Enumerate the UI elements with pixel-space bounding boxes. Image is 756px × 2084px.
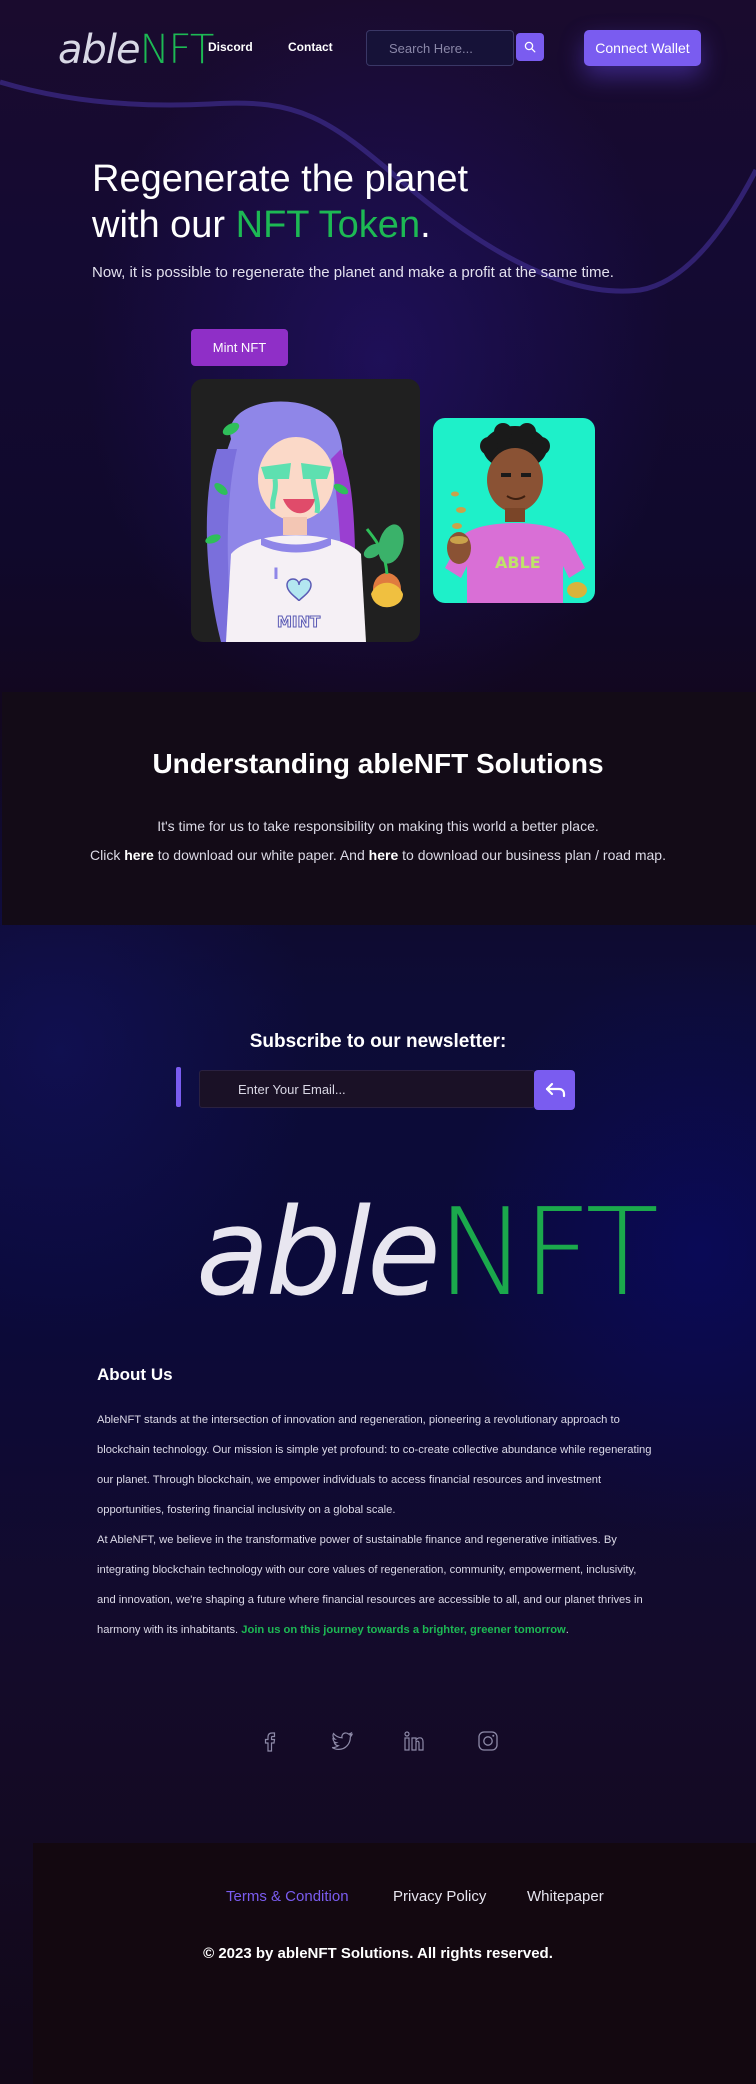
understanding-text-b: to download our white paper. And bbox=[153, 847, 369, 863]
whitepaper-download-link[interactable]: here bbox=[124, 847, 154, 863]
understanding-section bbox=[2, 692, 756, 925]
twitter-icon[interactable] bbox=[330, 1729, 354, 1753]
newsletter-accent-bar bbox=[176, 1067, 181, 1107]
nav-discord[interactable]: Discord bbox=[208, 40, 253, 54]
svg-text:I: I bbox=[273, 564, 279, 583]
hero-title-line1: Regenerate the planet bbox=[92, 158, 469, 200]
linkedin-icon[interactable] bbox=[402, 1729, 426, 1753]
newsletter-submit-button[interactable] bbox=[534, 1070, 575, 1110]
understanding-line1: It's time for us to take responsibility … bbox=[157, 818, 599, 834]
footer-whitepaper-link[interactable]: Whitepaper bbox=[527, 1888, 604, 1905]
boy-shirt-text: ABLE bbox=[495, 553, 541, 572]
nav-contact[interactable]: Contact bbox=[288, 40, 333, 54]
header-logo[interactable]: ableNFT bbox=[58, 27, 215, 73]
instagram-icon[interactable] bbox=[476, 1729, 500, 1753]
nft-boy-illustration: ABLE bbox=[445, 423, 587, 603]
about-highlight: Join us on this journey towards a bright… bbox=[241, 1624, 566, 1636]
mint-nft-button[interactable]: Mint NFT bbox=[191, 329, 288, 366]
nft-card-boy[interactable]: ABLE bbox=[433, 418, 595, 603]
return-arrow-icon bbox=[545, 1082, 565, 1098]
copyright-text: © 2023 by ableNFT Solutions. All rights … bbox=[203, 1945, 553, 1962]
footer-brand-logo: ableNFT bbox=[196, 1188, 659, 1319]
nft-girl-illustration: I MINT bbox=[205, 401, 404, 642]
search-icon bbox=[524, 41, 536, 53]
nft-card-girl[interactable]: I MINT bbox=[191, 379, 420, 642]
hero-title-highlight: NFT Token bbox=[235, 204, 421, 246]
about-paragraph-2: At AbleNFT, we believe in the transforma… bbox=[97, 1525, 657, 1645]
search-input[interactable]: Search Here... bbox=[366, 30, 514, 66]
about-paragraph-2-text: At AbleNFT, we believe in the transforma… bbox=[97, 1534, 643, 1636]
search-button[interactable] bbox=[516, 33, 544, 61]
connect-wallet-button[interactable]: Connect Wallet bbox=[584, 30, 701, 66]
hero-title-suffix: . bbox=[420, 204, 431, 246]
brand-logo-able: able bbox=[196, 1184, 441, 1323]
logo-part-able: able bbox=[58, 27, 141, 73]
understanding-title: Understanding ableNFT Solutions bbox=[152, 748, 604, 779]
understanding-line2: Click here to download our white paper. … bbox=[0, 847, 756, 863]
girl-shirt-text: MINT bbox=[277, 613, 321, 631]
understanding-text-a: Click bbox=[90, 847, 125, 863]
hero-title-prefix: with our bbox=[92, 204, 236, 246]
newsletter-title: Subscribe to our newsletter: bbox=[249, 1031, 507, 1052]
facebook-icon[interactable] bbox=[258, 1729, 282, 1753]
business-plan-download-link[interactable]: here bbox=[369, 847, 399, 863]
about-title: About Us bbox=[97, 1365, 173, 1384]
about-text: AbleNFT stands at the intersection of in… bbox=[97, 1405, 657, 1645]
footer-privacy-link[interactable]: Privacy Policy bbox=[393, 1888, 486, 1905]
hero-title: Regenerate the planet with our NFT Token… bbox=[92, 156, 468, 248]
footer-terms-link[interactable]: Terms & Condition bbox=[226, 1888, 349, 1905]
brand-logo-nft: NFT bbox=[436, 1184, 659, 1323]
newsletter-email-input[interactable]: Enter Your Email... bbox=[199, 1070, 535, 1108]
logo-part-nft: NFT bbox=[139, 27, 215, 73]
hero-subtitle: Now, it is possible to regenerate the pl… bbox=[92, 264, 614, 281]
hero-title-line2: with our NFT Token. bbox=[92, 202, 468, 248]
about-paragraph-1: AbleNFT stands at the intersection of in… bbox=[97, 1414, 652, 1516]
about-end: . bbox=[565, 1624, 569, 1636]
footer bbox=[33, 1843, 756, 2084]
understanding-text-c: to download our business plan / road map… bbox=[398, 847, 666, 863]
